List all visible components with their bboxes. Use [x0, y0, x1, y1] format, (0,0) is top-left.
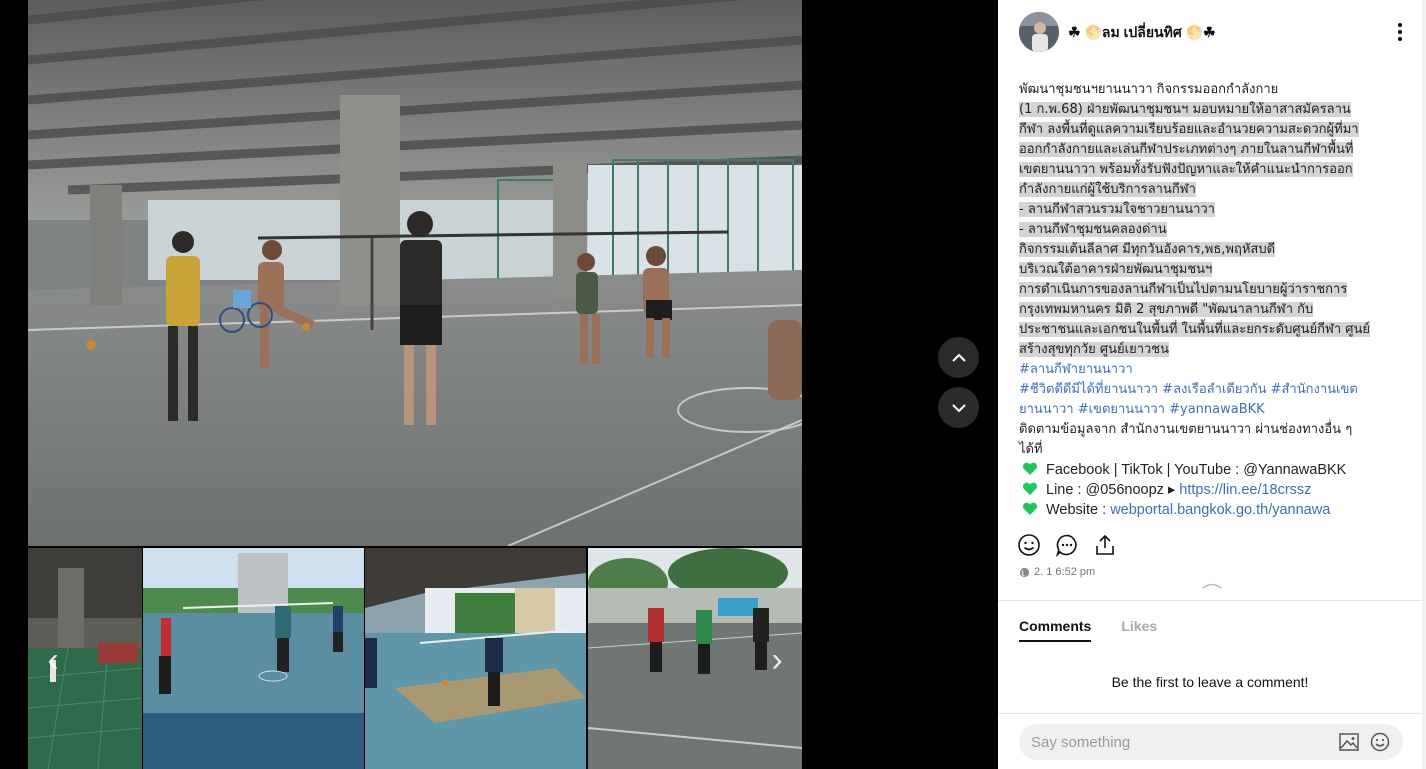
post-panel: ☘ 🌕ลม เปลี่ยนทิศ 🌕☘ พัฒนาชุมชนฯยานนาวา ก…	[998, 0, 1426, 769]
collapse-caption-icon[interactable]	[1201, 581, 1223, 589]
divider	[998, 713, 1422, 714]
more-vertical-icon[interactable]	[1392, 20, 1408, 44]
website-contact: Website : webportal.bangkok.go.th/yannaw…	[1019, 500, 1409, 520]
follow-text: ติดตามข้อมูลจาก สำนักงานเขตยานนาวา ผ่านช…	[1019, 422, 1353, 437]
comment-box	[1019, 724, 1403, 760]
caption-line: กรุงเทพมหานคร มิติ 2 สุขภาพดี "พัฒนาลานก…	[1019, 302, 1314, 317]
main-photo[interactable]	[28, 0, 802, 546]
username[interactable]: ☘ 🌕ลม เปลี่ยนทิศ 🌕☘	[1068, 22, 1216, 44]
green-heart-icon	[1022, 462, 1038, 475]
caption-line: - ลานกีฬาชุมชนคลองด่าน	[1019, 222, 1167, 237]
caption-line: สร้างสุขทุกวัย ศูนย์เยาวชน	[1019, 342, 1170, 357]
hashtag-link[interactable]: #ชีวิตดีดีมีได้ที่ยานนาวา #ลงเรือลำเดียว…	[1019, 380, 1409, 400]
caption-line: กำลังกายแก่ผู้ใช้บริการลานกีฬา	[1019, 182, 1196, 197]
chevron-left-icon: ‹	[47, 641, 59, 679]
post-actions	[1017, 533, 1117, 559]
website-url-link[interactable]: webportal.bangkok.go.th/yannawa	[1110, 502, 1330, 518]
caption-line: - ลานกีฬาสวนรวมใจชาวยานนาวา	[1019, 202, 1215, 217]
line-contact: Line : @056noopz ▸ https://lin.ee/18crss…	[1019, 480, 1409, 500]
caption-line: ประชาชนและเอกชนในพื้นที่ ในพื้นที่และยกร…	[1019, 322, 1371, 337]
facebook-contact: Facebook | TikTok | YouTube : @YannawaBK…	[1019, 460, 1409, 480]
hashtag-link[interactable]: ยานนาวา #เขตยานนาวา #yannawaBKK	[1019, 400, 1409, 420]
thumb-prev-button[interactable]: ‹	[40, 640, 66, 680]
globe-icon	[1019, 567, 1030, 577]
follow-text: ได้ที่	[1019, 442, 1043, 457]
line-contact-label: Line : @056noopz ▸	[1046, 482, 1180, 498]
thumb-next-button[interactable]: ›	[764, 640, 790, 680]
comment-input[interactable]	[1031, 724, 1321, 760]
timestamp-text: 2. 1 6:52 pm	[1034, 566, 1096, 578]
website-label: Website :	[1046, 502, 1111, 518]
post-caption: พัฒนาชุมชนฯยานนาวา กิจกรรมออกกำลังกาย (1…	[1019, 80, 1409, 520]
caption-line: การดำเนินการของลานกีฬาเป็นไปตามนโยบายผู้…	[1019, 282, 1348, 297]
smiley-icon[interactable]	[1017, 533, 1041, 557]
post-timestamp: 2. 1 6:52 pm	[1019, 566, 1095, 578]
green-heart-icon	[1022, 502, 1038, 515]
emoji-icon[interactable]	[1370, 732, 1390, 752]
line-url-link[interactable]: https://lin.ee/18crssz	[1179, 482, 1311, 498]
previous-post-button[interactable]	[938, 337, 979, 378]
tab-comments[interactable]: Comments	[1019, 618, 1092, 642]
chevron-up-icon	[951, 353, 966, 362]
caption-line: บริเวณใต้อาคารฝ่ายพัฒนาชุมชนฯ	[1019, 262, 1213, 277]
facebook-contact-text: Facebook | TikTok | YouTube : @YannawaBK…	[1046, 462, 1347, 478]
avatar[interactable]	[1019, 12, 1059, 52]
thumbnail-3[interactable]	[365, 548, 586, 769]
green-heart-icon	[1022, 482, 1038, 495]
caption-line: (1 ก.พ.68) ฝ่ายพัฒนาชุมชนฯ มอบหมายให้อาส…	[1019, 102, 1351, 117]
next-post-button[interactable]	[938, 387, 979, 428]
tab-likes[interactable]: Likes	[1121, 618, 1157, 642]
caption-line: กีฬา ลงพื้นที่ดูแลความเรียบร้อยและอำนวยค…	[1019, 122, 1359, 137]
empty-comments-message: Be the first to leave a comment!	[1111, 674, 1309, 690]
post-header: ☘ 🌕ลม เปลี่ยนทิศ 🌕☘	[998, 0, 1426, 66]
chevron-down-icon	[951, 403, 966, 412]
share-icon[interactable]	[1093, 533, 1117, 557]
comment-icon[interactable]	[1055, 533, 1079, 558]
image-icon[interactable]	[1339, 733, 1359, 751]
hashtag-link[interactable]: #ลานกีฬายานนาวา	[1019, 360, 1409, 380]
caption-line: กิจกรรมเต้นลีลาศ มีทุกวันอังคาร,พธ,พฤหัส…	[1019, 242, 1276, 257]
scrollbar[interactable]	[1422, 0, 1426, 769]
caption-line: ออกกำลังกายและเล่นกีฬาประเภทต่างๆ ภายในล…	[1019, 142, 1354, 157]
media-viewer: ‹ ›	[0, 0, 998, 769]
caption-line: เขตยานนาวา พร้อมทั้งรับฟังปัญหาและให้คำแ…	[1019, 162, 1353, 177]
caption-title: พัฒนาชุมชนฯยานนาวา กิจกรรมออกกำลังกาย	[1019, 82, 1279, 97]
thumbnail-2[interactable]	[143, 548, 364, 769]
chevron-right-icon: ›	[771, 641, 783, 679]
comments-tabs: Comments Likes	[1019, 618, 1157, 642]
divider	[998, 600, 1422, 601]
thumbnail-strip	[28, 548, 802, 769]
